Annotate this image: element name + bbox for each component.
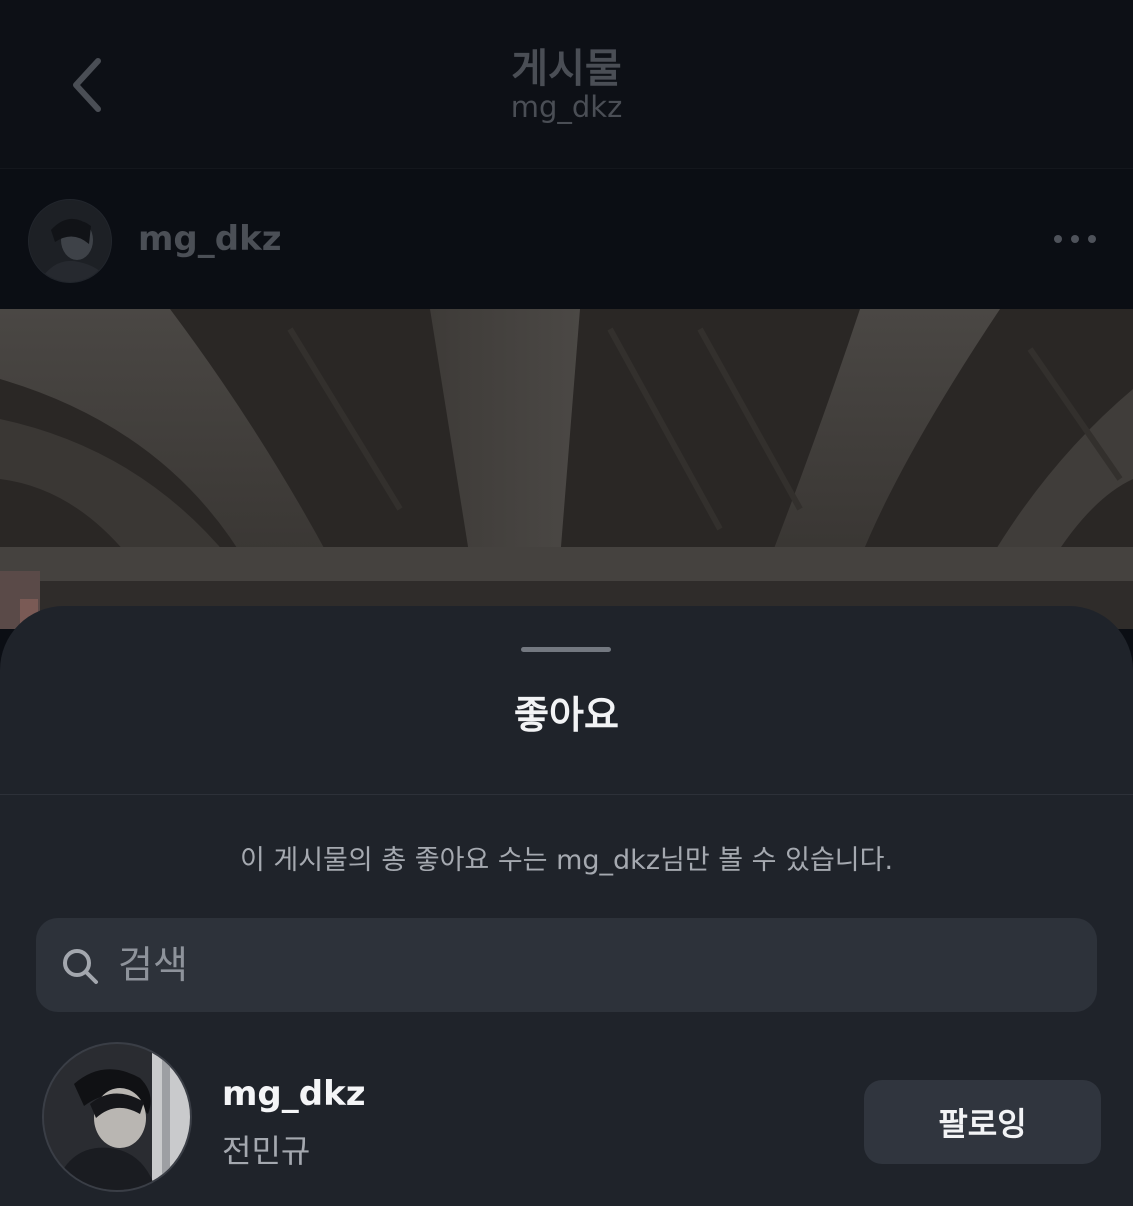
sheet-drag-handle[interactable]	[521, 647, 611, 652]
likes-privacy-notice: 이 게시물의 총 좋아요 수는 mg_dkz님만 볼 수 있습니다.	[239, 845, 894, 876]
post-image[interactable]	[0, 309, 1133, 629]
post-author-username[interactable]: mg_dkz	[138, 219, 282, 259]
more-horizontal-icon	[1054, 235, 1096, 243]
avatar[interactable]	[42, 1042, 192, 1192]
divider	[0, 794, 1133, 795]
search-bar[interactable]	[36, 918, 1097, 1012]
page-title: 게시물	[511, 46, 622, 92]
sheet-title: 좋아요	[514, 693, 619, 737]
liker-full-name: 전민규	[222, 1132, 311, 1170]
avatar-photo	[29, 200, 111, 282]
post-header: mg_dkz	[0, 168, 1133, 310]
avatar-photo	[44, 1044, 190, 1190]
list-item[interactable]: mg_dkz 전민규 팔로잉	[0, 1038, 1133, 1198]
top-navigation-bar: 게시물 mg_dkz	[0, 0, 1133, 168]
underpass-photo	[0, 309, 1133, 629]
following-button[interactable]: 팔로잉	[864, 1080, 1101, 1164]
search-input[interactable]	[118, 918, 1068, 1012]
search-icon	[63, 949, 98, 984]
page-subtitle: mg_dkz	[510, 90, 623, 124]
liker-username: mg_dkz	[222, 1074, 366, 1114]
more-options-button[interactable]	[1050, 224, 1100, 254]
likes-bottom-sheet: 좋아요 이 게시물의 총 좋아요 수는 mg_dkz님만 볼 수 있습니다. m…	[0, 606, 1133, 1206]
post-author-avatar[interactable]	[28, 199, 112, 283]
